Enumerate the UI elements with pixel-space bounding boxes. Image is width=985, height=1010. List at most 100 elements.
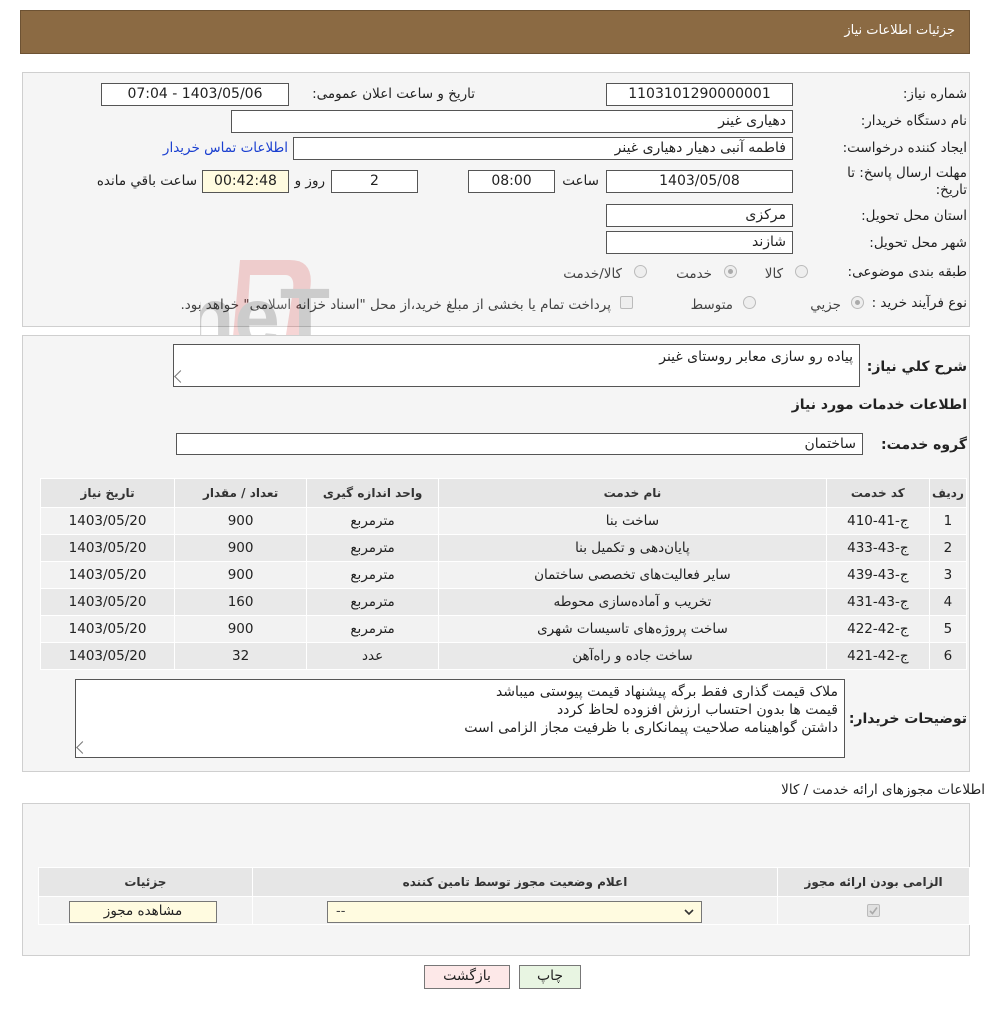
announce-field: 1403/05/06 - 07:04 [101, 83, 289, 106]
permit-required-checkbox [867, 904, 880, 917]
cell-service-name: ساخت پروژه‌های تاسیسات شهری [438, 615, 827, 643]
payment-treasury-note: پرداخت تمام یا بخشی از مبلغ خرید،از محل … [180, 297, 611, 313]
permits-section-title: اطلاعات مجوزهای ارائه خدمت / کالا [781, 782, 985, 798]
summary-text: پیاده رو سازی معابر روستای غینر [659, 349, 853, 365]
cell-row-number: 6 [928, 642, 968, 670]
need-number-label: شماره نیاز: [902, 86, 967, 102]
cell-need-date: 1403/05/20 [39, 615, 176, 643]
cell-quantity: 900 [174, 507, 308, 535]
cell-unit: مترمربع [306, 561, 440, 589]
cell-unit: عدد [306, 642, 440, 670]
deadline-time-field: 08:00 [468, 170, 555, 193]
buyer-note-line: قیمت ها بدون احتساب ارزش افزوده لحاظ کرد… [556, 702, 838, 718]
category-radio-goods-service[interactable] [634, 265, 647, 278]
cell-row-number: 4 [928, 588, 968, 616]
cell-unit: مترمربع [306, 507, 440, 535]
cell-quantity: 900 [174, 561, 308, 589]
category-option-service: خدمت [676, 266, 712, 282]
remaining-time-field: 00:42:48 [202, 170, 289, 193]
cell-quantity: 900 [174, 615, 308, 643]
deadline-date-field: 1403/05/08 [606, 170, 793, 193]
cell-need-date: 1403/05/20 [39, 588, 176, 616]
table-row: 6 ج-42-421 ساخت جاده و راه‌آهن عدد 32 14… [39, 642, 968, 670]
permit-status-value: -- [336, 904, 346, 919]
city-label: شهر محل تحویل: [869, 235, 967, 251]
column-header-service-code: کد خدمت [825, 478, 930, 508]
days-field: 2 [331, 170, 418, 193]
payment-treasury-checkbox[interactable] [620, 296, 633, 309]
requester-label: ایجاد کننده درخواست: [842, 140, 967, 156]
buyer-notes-label: توضیحات خریدار: [848, 711, 967, 727]
services-section-title: اطلاعات خدمات مورد نیاز [791, 397, 967, 413]
category-radio-service[interactable] [724, 265, 737, 278]
summary-label: شرح کلي نياز: [866, 359, 967, 375]
cell-row-number: 1 [928, 507, 968, 535]
cell-need-date: 1403/05/20 [39, 534, 176, 562]
column-header-service-name: نام خدمت [438, 478, 827, 508]
remaining-label: ساعت باقي مانده [96, 173, 197, 189]
cell-row-number: 5 [928, 615, 968, 643]
table-row: 1 ج-41-410 ساخت بنا مترمربع 900 1403/05/… [39, 507, 968, 535]
cell-need-date: 1403/05/20 [39, 561, 176, 589]
buyer-notes-textarea[interactable]: ملاک قیمت گذاری فقط برگه پیشنهاد قیمت پی… [75, 679, 845, 758]
view-permit-button[interactable]: مشاهده مجوز [69, 901, 217, 923]
deadline-label: مهلت ارسال پاسخ: تا تاریخ: [847, 165, 967, 198]
requester-field: فاطمه آنبی دهیار دهیاری غینر [293, 137, 793, 160]
announce-label: تاریخ و ساعت اعلان عمومی: [312, 86, 475, 102]
category-option-goods: کالا [764, 266, 783, 282]
need-number-field: 1103101290000001 [606, 83, 793, 106]
category-label: طبقه بندی موضوعی: [847, 264, 967, 280]
column-header-permit-required: الزامی بودن ارائه مجوز [777, 867, 970, 897]
buyer-note-line: داشتن گواهینامه صلاحیت پیمانکاری با ظرفی… [464, 720, 838, 736]
cell-need-date: 1403/05/20 [39, 642, 176, 670]
cell-service-code: ج-43-439 [825, 561, 930, 589]
column-header-quantity: تعداد / مقدار [174, 478, 308, 508]
process-option-minor: جزیي [810, 297, 841, 313]
column-header-unit: واحد اندازه گیری [306, 478, 440, 508]
permit-status-select[interactable]: -- [327, 901, 702, 923]
buyer-field: دهیاری غینر [231, 110, 793, 133]
cell-unit: مترمربع [306, 588, 440, 616]
process-radio-medium[interactable] [743, 296, 756, 309]
cell-quantity: 32 [174, 642, 308, 670]
column-header-details: جزئیات [38, 867, 253, 897]
cell-service-code: ج-42-422 [825, 615, 930, 643]
cell-service-code: ج-42-421 [825, 642, 930, 670]
cell-row-number: 3 [928, 561, 968, 589]
province-field: مرکزی [606, 204, 793, 227]
cell-need-date: 1403/05/20 [39, 507, 176, 535]
column-header-permit-status: اعلام وضعیت مجوز توسط تامین کننده [251, 867, 779, 897]
category-radio-goods[interactable] [795, 265, 808, 278]
page-title: جزئیات اطلاعات نیاز [844, 23, 955, 38]
process-option-medium: متوسط [690, 297, 733, 313]
table-row: 4 ج-43-431 تخریب و آماده‌سازی محوطه مترم… [39, 588, 968, 616]
column-header-need-date: تاریخ نیاز [39, 478, 176, 508]
table-row: 3 ج-43-439 سایر فعالیت‌های تخصصی ساختمان… [39, 561, 968, 589]
table-row: 5 ج-42-422 ساخت پروژه‌های تاسیسات شهری م… [39, 615, 968, 643]
process-label: نوع فرآیند خرید : [871, 295, 967, 311]
column-header-row-number: ردیف [928, 478, 968, 508]
cell-unit: مترمربع [306, 615, 440, 643]
page-header: جزئیات اطلاعات نیاز [20, 10, 970, 54]
cell-service-name: ساخت جاده و راه‌آهن [438, 642, 827, 670]
buyer-label: نام دستگاه خریدار: [860, 113, 967, 129]
cell-service-name: تخریب و آماده‌سازی محوطه [438, 588, 827, 616]
cell-service-name: سایر فعالیت‌های تخصصی ساختمان [438, 561, 827, 589]
buyer-contact-link[interactable]: اطلاعات تماس خریدار [163, 140, 288, 156]
process-radio-minor[interactable] [851, 296, 864, 309]
summary-textarea[interactable]: پیاده رو سازی معابر روستای غینر [173, 344, 860, 387]
cell-service-code: ج-43-431 [825, 588, 930, 616]
category-option-goods-service: کالا/خدمت [563, 266, 622, 282]
cell-service-name: پایان‌دهی و تکمیل بنا [438, 534, 827, 562]
cell-unit: مترمربع [306, 534, 440, 562]
cell-row-number: 2 [928, 534, 968, 562]
cell-quantity: 160 [174, 588, 308, 616]
print-button[interactable]: چاپ [519, 965, 581, 989]
cell-service-code: ج-41-410 [825, 507, 930, 535]
deadline-time-label: ساعت [562, 173, 599, 189]
city-field: شازند [606, 231, 793, 254]
check-icon [869, 907, 878, 915]
back-button[interactable]: بازگشت [424, 965, 510, 989]
service-group-label: گروه خدمت: [881, 437, 967, 453]
service-group-field: ساختمان [176, 433, 863, 455]
